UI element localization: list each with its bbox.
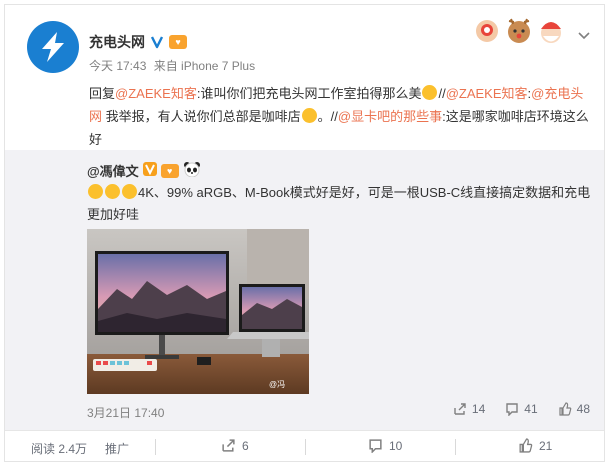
comment-count: 10 <box>389 438 403 453</box>
repost-author-row: @馮偉文 ♥ <box>87 161 201 180</box>
christmas-sticker-icon <box>476 17 562 43</box>
card-decoration <box>473 13 569 47</box>
divider <box>305 439 306 455</box>
repost-comment-count: 41 <box>524 402 538 416</box>
comment-button[interactable]: 10 <box>368 438 402 453</box>
divider <box>155 439 156 455</box>
verified-icon <box>150 35 164 49</box>
like-count: 21 <box>539 438 553 453</box>
repost-comment-button[interactable]: 41 <box>505 402 538 416</box>
comment-icon <box>506 403 518 416</box>
post-text-segment: 我举报，有人说你们总部是咖啡店 <box>102 109 301 124</box>
post-time[interactable]: 今天 17:43 <box>89 59 146 73</box>
wink-emoji-icon <box>301 108 317 123</box>
weibo-post-card: 充电头网 ♥ 今天 17:43 来自 iPhone 7 Plus 回复@ZAEK <box>4 4 605 462</box>
repost-date[interactable]: 3月21日 17:40 <box>87 404 164 421</box>
author-name[interactable]: 充电头网 <box>89 32 145 52</box>
studio-photo-image: @冯 <box>87 229 309 394</box>
promote-button[interactable]: 推广 <box>105 440 129 457</box>
author-row: 充电头网 ♥ <box>89 32 187 52</box>
fans-badge-icon: ♥ <box>160 163 179 178</box>
repost-actions: 14 41 48 <box>453 402 590 416</box>
post-text-segment: // <box>438 86 446 101</box>
post-text-segment: 。// <box>317 109 338 124</box>
mention-link[interactable]: @ZAEKE知客 <box>446 86 528 101</box>
verified-v-icon <box>142 162 157 179</box>
divider <box>455 439 456 455</box>
repost-author[interactable]: @馮偉文 <box>87 161 139 180</box>
post-text-segment: 回复 <box>89 86 116 101</box>
post-text: 回复@ZAEKE知客:谁叫你们把充电头网工作室拍得那么美//@ZAEKE知客:@… <box>89 82 589 151</box>
share-count: 6 <box>242 438 249 453</box>
read-count: 阅读 2.4万 <box>31 442 88 456</box>
repost-like-button[interactable]: 48 <box>558 402 590 416</box>
chevron-down-icon[interactable] <box>577 29 591 44</box>
comment-icon <box>369 439 382 453</box>
post-source: 来自 iPhone 7 Plus <box>153 59 256 73</box>
repost-like-count: 48 <box>576 402 590 416</box>
lightning-logo-icon <box>42 32 64 62</box>
fans-badge-icon: ♥ <box>169 35 187 49</box>
thumbs-up-icon <box>559 402 571 416</box>
post-meta: 今天 17:43 来自 iPhone 7 Plus <box>89 57 259 74</box>
mention-link[interactable]: @显卡吧的那些事 <box>338 109 442 124</box>
repost-share-count: 14 <box>471 402 486 416</box>
panda-icon <box>183 161 201 180</box>
share-icon <box>454 403 466 415</box>
author-avatar[interactable] <box>27 21 79 73</box>
smile-emoji-icon <box>122 184 137 199</box>
mention-link[interactable]: @ZAEKE知客 <box>115 86 197 101</box>
repost-share-button[interactable]: 14 <box>453 402 485 416</box>
repost-text-body: 4K、99% aRGB、M-Book模式好是好，可是一根USB-C线直接搞定数据… <box>87 185 591 222</box>
like-button[interactable]: 21 <box>518 438 552 453</box>
thumbs-up-emoji-icon <box>422 85 438 100</box>
post-text-segment: :谁叫你们把充电头网工作室拍得那么美 <box>196 86 422 101</box>
photo-watermark: @冯 <box>269 380 285 389</box>
post-footer: 阅读 2.4万 推广 6 10 21 <box>5 430 604 462</box>
repost-text: 4K、99% aRGB、M-Book模式好是好，可是一根USB-C线直接搞定数据… <box>87 182 592 226</box>
repost-photo[interactable]: @冯 <box>87 229 309 394</box>
thumbs-up-icon <box>519 438 533 453</box>
smile-emoji-icon <box>88 184 103 199</box>
smile-emoji-icon <box>105 184 120 199</box>
share-button[interactable]: 6 <box>221 438 249 453</box>
share-icon <box>222 439 235 452</box>
repost-block[interactable]: @馮偉文 ♥ 4K、99% aRGB、M-Book模式好是好，可是一根USB-C… <box>5 150 604 430</box>
